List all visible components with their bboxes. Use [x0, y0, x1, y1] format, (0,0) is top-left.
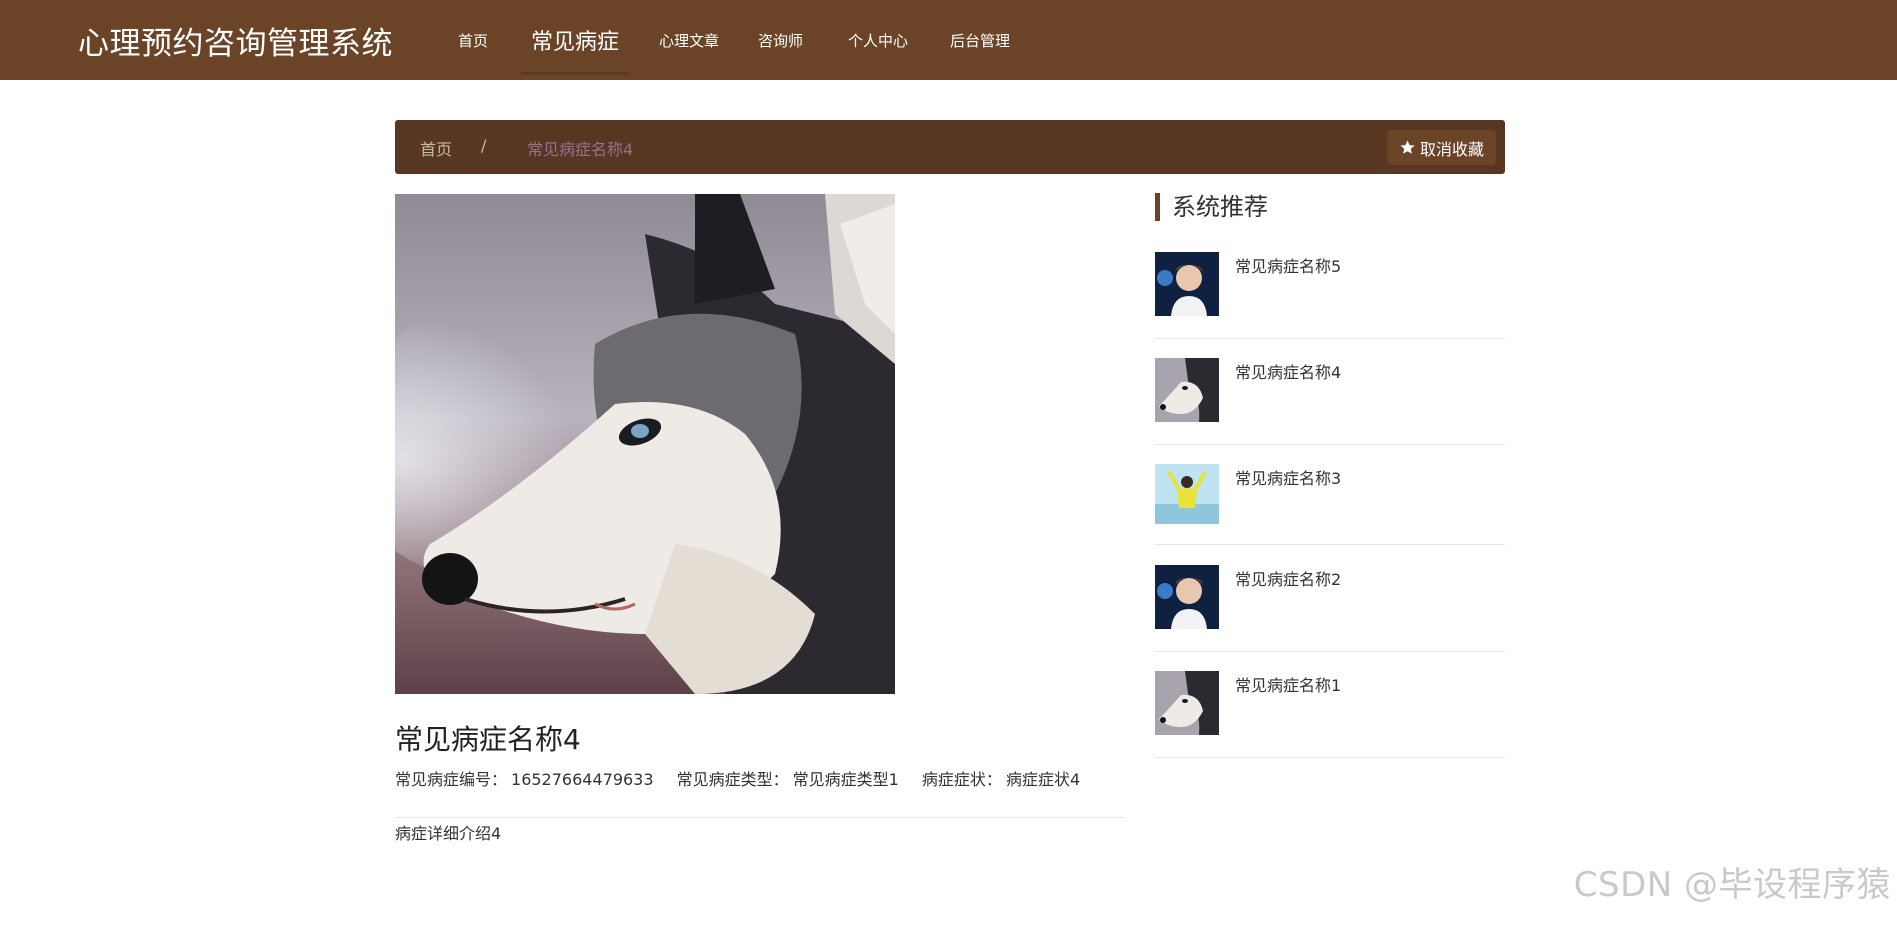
content-divider: [395, 817, 1125, 818]
disease-meta-row: 常见病症编号： 16527664479633 常见病症类型： 常见病症类型1 病症症…: [395, 766, 1084, 790]
unfavorite-button-label: 取消收藏: [1419, 139, 1484, 159]
recommend-item-name[interactable]: 常见病症名称4: [1235, 359, 1341, 383]
nav-item-home[interactable]: 首页: [458, 30, 488, 51]
nav-item-articles[interactable]: 心理文章: [659, 30, 719, 51]
nav-item-diseases[interactable]: 常见病症: [531, 24, 619, 56]
young-man-photo: [1155, 252, 1219, 316]
nav-item-counselors[interactable]: 咨询师: [758, 30, 803, 51]
csdn-watermark: CSDN @毕设程序猿: [1573, 865, 1891, 905]
recommend-item[interactable]: 常见病症名称1: [1155, 671, 1505, 758]
recommend-item[interactable]: 常见病症名称2: [1155, 565, 1505, 652]
meta-label-symptom: 病症症状：: [921, 770, 1002, 789]
nav-item-admin[interactable]: 后台管理: [950, 30, 1010, 51]
breadcrumb-separator: /: [481, 136, 487, 155]
active-nav-indicator: [521, 72, 629, 75]
recommend-item-name[interactable]: 常见病症名称1: [1235, 672, 1341, 696]
disease-title: 常见病症名称4: [395, 723, 581, 756]
recommend-item[interactable]: 常见病症名称3: [1155, 464, 1505, 545]
breadcrumb: 首页 / 常见病症名称4 取消收藏: [395, 120, 1505, 174]
husky-dog-photo: [1155, 358, 1219, 422]
meta-value-code: 16527664479633: [511, 770, 654, 789]
husky-dog-photo: [1155, 671, 1219, 735]
girl-yellow-photo: [1155, 464, 1219, 524]
nav-item-user-center[interactable]: 个人中心: [848, 30, 908, 51]
recommend-item[interactable]: 常见病症名称5: [1155, 252, 1505, 339]
star-icon: [1400, 140, 1415, 154]
unfavorite-button[interactable]: 取消收藏: [1386, 130, 1496, 165]
husky-dog-photo: [395, 194, 895, 694]
breadcrumb-home-link[interactable]: 首页: [420, 136, 452, 160]
meta-label-code: 常见病症编号：: [395, 770, 508, 789]
meta-value-type: 常见病症类型1: [792, 770, 899, 789]
disease-description: 病症详细介绍4: [395, 824, 502, 843]
disease-main-image: [395, 194, 895, 694]
recommend-item-name[interactable]: 常见病症名称3: [1235, 465, 1341, 489]
recommend-item-name[interactable]: 常见病症名称5: [1235, 253, 1341, 277]
recommend-title: 系统推荐: [1155, 193, 1268, 221]
meta-value-symptom: 病症症状4: [1005, 770, 1081, 789]
meta-label-type: 常见病症类型：: [676, 770, 789, 789]
recommend-item-name[interactable]: 常见病症名称2: [1235, 566, 1341, 590]
top-navigation-bar: 心理预约咨询管理系统 首页 常见病症 心理文章 咨询师 个人中心 后台管理: [0, 0, 1897, 80]
recommend-item[interactable]: 常见病症名称4: [1155, 358, 1505, 445]
site-brand[interactable]: 心理预约咨询管理系统: [78, 18, 393, 63]
breadcrumb-current: 常见病症名称4: [527, 140, 634, 159]
young-man-photo: [1155, 565, 1219, 629]
